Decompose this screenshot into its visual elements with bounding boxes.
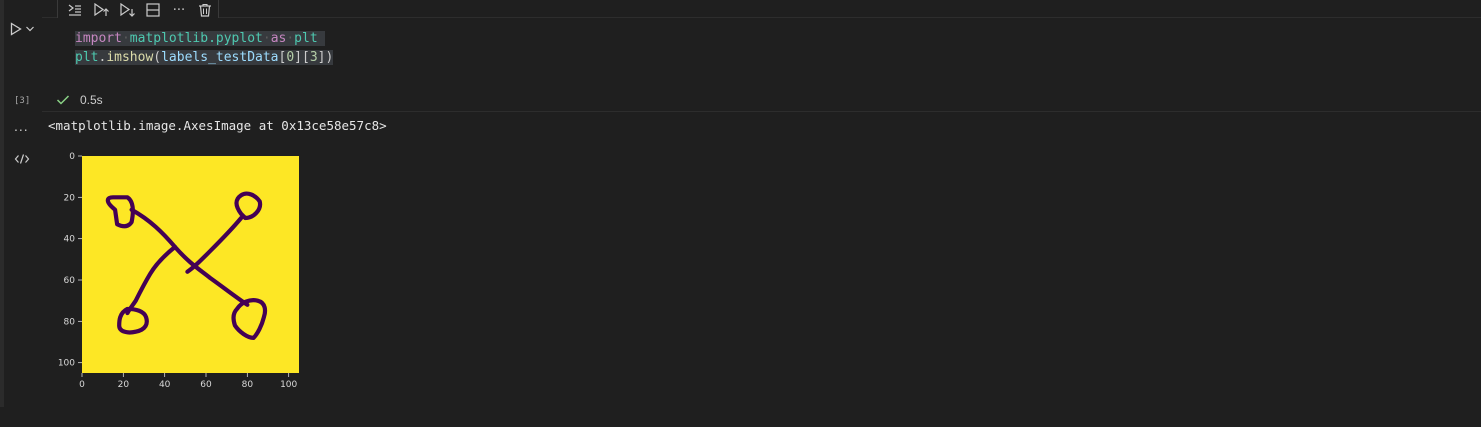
- y-tick-label: 20: [64, 193, 76, 203]
- index-2: 3: [309, 50, 318, 65]
- code-editor[interactable]: import·matplotlib.pyplot·as·plt plt.imsh…: [42, 18, 1481, 92]
- output-divider: [42, 111, 1481, 112]
- bracket: [: [302, 50, 310, 65]
- code-line-1: import·matplotlib.pyplot·as·plt: [75, 29, 326, 48]
- run-cell-icon[interactable]: [8, 20, 24, 38]
- argument-variable: labels_testData: [161, 50, 279, 65]
- x-tick-label: 80: [242, 380, 254, 390]
- delete-icon[interactable]: [192, 0, 218, 20]
- execution-count: [3]: [14, 96, 31, 106]
- paren-open: (: [153, 50, 162, 65]
- check-icon: [56, 95, 70, 105]
- y-tick-label: 40: [64, 235, 76, 245]
- execute-above-icon[interactable]: [88, 0, 114, 20]
- cell-focus-indicator: [0, 0, 4, 407]
- more-label: ···: [172, 2, 186, 18]
- object-plt: plt: [75, 50, 99, 65]
- split-cell-icon[interactable]: [140, 0, 166, 20]
- run-controls: [8, 20, 40, 38]
- x-tick-label: 20: [118, 380, 130, 390]
- x-tick-label: 100: [280, 380, 297, 390]
- chevron-down-icon[interactable]: [24, 20, 36, 38]
- y-tick-label: 0: [69, 152, 75, 162]
- output-more-button[interactable]: ...: [14, 118, 29, 134]
- module-alias: plt: [294, 31, 318, 46]
- x-tick-label: 60: [200, 380, 212, 390]
- paren-close: ): [325, 50, 334, 65]
- module-name: matplotlib.pyplot: [129, 31, 263, 46]
- function-imshow: imshow: [106, 50, 154, 65]
- execution-time: 0.5s: [80, 93, 103, 107]
- bracket: ]: [294, 50, 302, 65]
- x-tick-label: 0: [79, 380, 85, 390]
- y-tick-label: 80: [64, 317, 76, 327]
- y-tick-label: 100: [58, 359, 75, 369]
- y-tick-label: 60: [64, 276, 76, 286]
- more-icon[interactable]: ···: [166, 0, 192, 20]
- imshow-plot: 0 20 40 60 80 100 0 20 40 60 80 100: [58, 152, 299, 390]
- execute-below-icon[interactable]: [114, 0, 140, 20]
- output-text: <matplotlib.image.AxesImage at 0x13ce58e…: [48, 118, 387, 133]
- code-line-2: plt.imshow(labels_testData[0][3]): [75, 48, 334, 67]
- plot-image: [82, 156, 299, 373]
- notebook-page: ··· import·matplotlib.pyplot·as·plt plt.…: [0, 0, 1481, 427]
- index-1: 0: [286, 50, 295, 65]
- keyword-import: import: [75, 31, 122, 46]
- code-icon[interactable]: [14, 152, 30, 171]
- execution-status: 0.5s: [56, 93, 103, 107]
- x-tick-label: 40: [159, 380, 171, 390]
- run-by-line-icon[interactable]: [62, 0, 88, 20]
- keyword-as: as: [270, 31, 287, 46]
